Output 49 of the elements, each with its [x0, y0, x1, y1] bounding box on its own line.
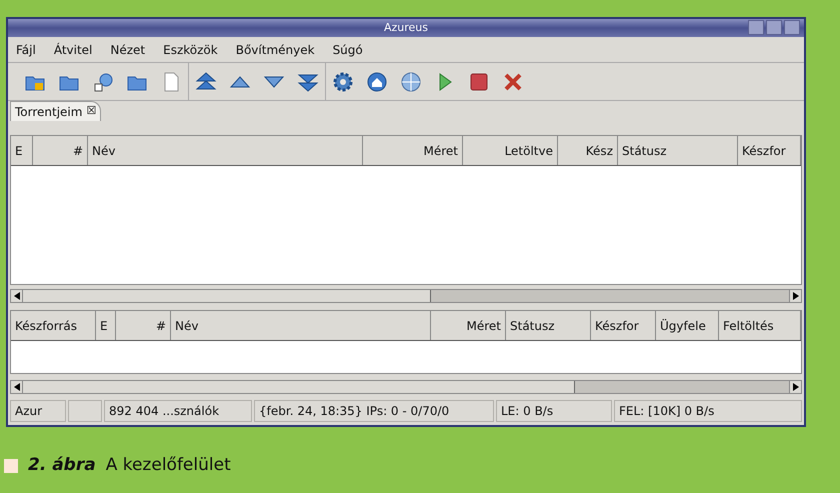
status-field: Azur	[10, 400, 66, 422]
left-arrow-icon[interactable]	[14, 383, 20, 391]
status-field	[68, 400, 102, 422]
column-header[interactable]: Feltöltés	[719, 311, 801, 340]
figure-caption: A kezelőfelület	[106, 454, 231, 477]
menu-item[interactable]: Eszközök	[163, 40, 218, 58]
column-header[interactable]: Státusz	[506, 311, 591, 340]
status-field: {febr. 24, 18:35} IPs: 0 - 0/70/0	[254, 400, 494, 422]
column-header[interactable]: Ügyfele	[656, 311, 719, 340]
stop-icon[interactable]	[468, 70, 490, 92]
tab[interactable]: Torrentjeim ☒	[10, 101, 102, 121]
horizontal-scrollbar[interactable]	[10, 289, 802, 303]
column-header[interactable]: Készfor	[738, 136, 801, 165]
figure-number: 2. ábra	[28, 454, 96, 477]
caption-marker	[4, 458, 18, 473]
gear-icon[interactable]	[332, 70, 354, 92]
horizontal-scrollbar[interactable]	[10, 380, 802, 394]
menu-item[interactable]: Nézet	[110, 40, 146, 58]
round-home-icon[interactable]	[366, 70, 388, 92]
column-header[interactable]: #	[33, 136, 88, 165]
menu-item[interactable]: Bővítmények	[236, 40, 315, 58]
column-header[interactable]: Letöltve	[463, 136, 558, 165]
window-title: Azureus	[384, 20, 428, 36]
globe-icon[interactable]	[400, 70, 422, 92]
menu-item[interactable]: Súgó	[332, 40, 363, 58]
column-header[interactable]: Név	[171, 311, 431, 340]
column-header[interactable]: E	[11, 136, 33, 165]
remove-icon[interactable]	[502, 70, 524, 92]
column-header[interactable]: Készfor	[591, 311, 656, 340]
right-arrow-icon[interactable]	[792, 383, 798, 391]
column-header[interactable]: Kész	[558, 136, 618, 165]
column-header[interactable]: Készforrás	[11, 311, 96, 340]
menu-item[interactable]: Fájl	[16, 40, 36, 58]
status-field: FEL: [10K] 0 B/s	[614, 400, 802, 422]
menu-item[interactable]: Átvitel	[54, 40, 92, 58]
column-header[interactable]: E	[96, 311, 116, 340]
globe-link-icon[interactable]	[92, 70, 114, 92]
status-field: 892 404 ...sználók	[104, 400, 252, 422]
column-header[interactable]: Státusz	[618, 136, 738, 165]
column-header[interactable]: Méret	[363, 136, 463, 165]
close-tab-button[interactable]: ☒	[86, 103, 96, 120]
status-field: LE: 0 B/s	[496, 400, 612, 422]
right-arrow-icon[interactable]	[792, 292, 798, 300]
left-arrow-icon[interactable]	[14, 292, 20, 300]
move-top-icon[interactable]	[195, 70, 217, 92]
column-header[interactable]: #	[116, 311, 171, 340]
column-header[interactable]: Méret	[431, 311, 506, 340]
column-header[interactable]: Név	[88, 136, 363, 165]
tab-label: Torrentjeim	[15, 104, 82, 120]
